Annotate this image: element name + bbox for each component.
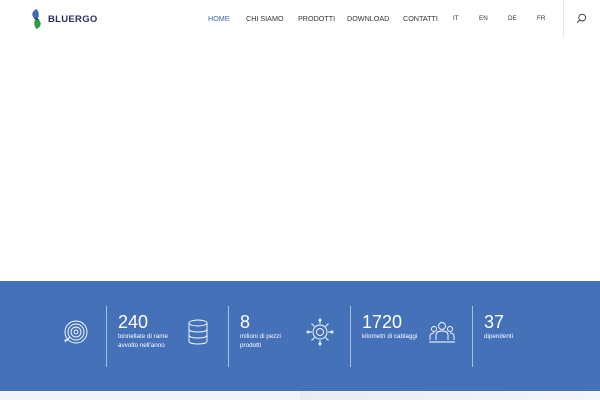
lang-it[interactable]: IT bbox=[453, 15, 459, 22]
lang-de[interactable]: DE bbox=[508, 15, 517, 22]
search-icon[interactable] bbox=[576, 13, 587, 24]
gear-circuit-icon bbox=[306, 318, 334, 346]
stat-divider bbox=[472, 306, 473, 367]
nav-item-prodotti[interactable]: PRODOTTI bbox=[298, 14, 335, 23]
bluergo-logo-icon bbox=[32, 9, 41, 29]
stat-label: milioni di pezzi prodotti bbox=[240, 333, 281, 349]
stack-database-icon bbox=[188, 319, 208, 345]
stat-label: kilometri di cablaggi bbox=[362, 333, 418, 340]
stat-divider bbox=[106, 306, 107, 367]
stat-label: tonnellate di rame avvolto nell'anno bbox=[118, 333, 169, 349]
stat-value: 240 bbox=[118, 312, 149, 332]
stat-value: 8 bbox=[240, 312, 251, 332]
brand-logo[interactable]: BLUERGO bbox=[29, 8, 98, 30]
lang-en[interactable]: EN bbox=[479, 15, 488, 22]
nav-item-download[interactable]: DOWNLOAD bbox=[347, 14, 389, 23]
lang-fr[interactable]: FR bbox=[537, 15, 545, 22]
stat-divider bbox=[228, 306, 229, 367]
stat-label: dipendenti bbox=[484, 333, 514, 340]
header-divider bbox=[563, 0, 564, 38]
stat-divider bbox=[350, 306, 351, 367]
section-image bbox=[300, 391, 600, 400]
site-header: BLUERGO HOME CHI SIAMO PRODOTTI DOWNLOAD… bbox=[0, 0, 600, 38]
stat-value: 37 bbox=[484, 312, 505, 332]
brand-name: BLUERGO bbox=[48, 13, 98, 25]
nav-item-chi-siamo[interactable]: CHI SIAMO bbox=[246, 14, 284, 23]
copper-coil-icon bbox=[64, 320, 88, 344]
team-people-icon bbox=[429, 322, 455, 343]
stat-value: 1720 bbox=[362, 312, 403, 332]
nav-item-contatti[interactable]: CONTATTI bbox=[403, 14, 438, 23]
nav-item-home[interactable]: HOME bbox=[208, 14, 230, 23]
